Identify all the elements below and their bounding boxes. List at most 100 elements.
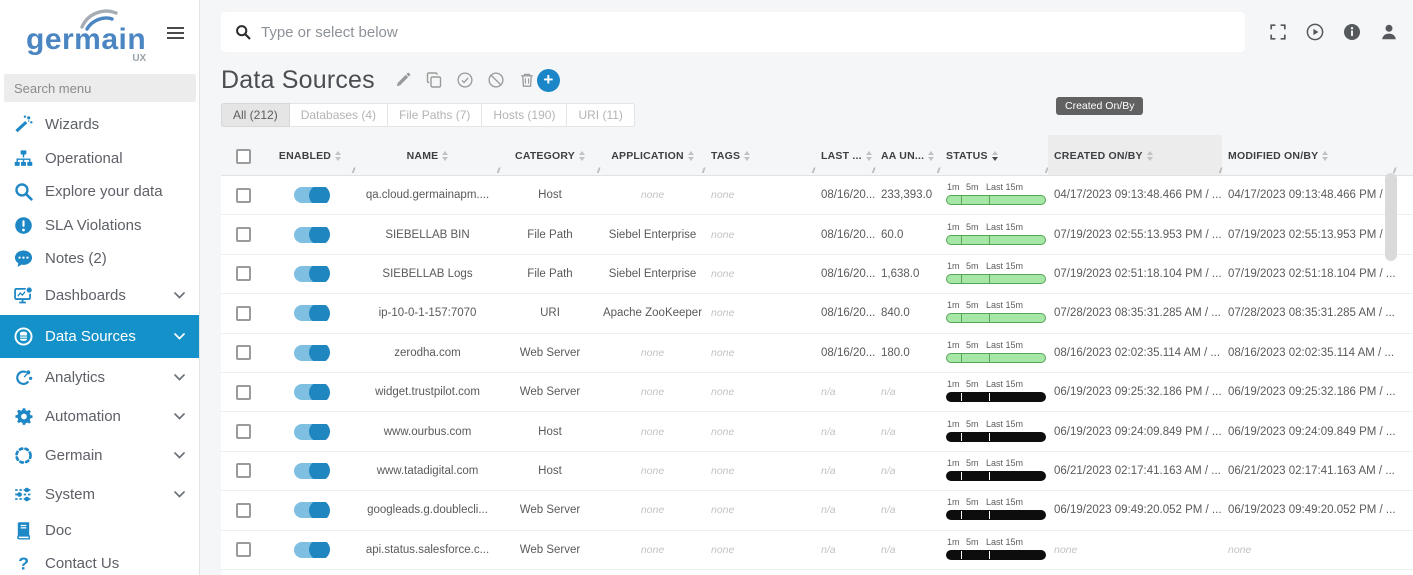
chevron-down-icon <box>174 413 185 420</box>
row-checkbox[interactable] <box>236 542 251 557</box>
enabled-toggle[interactable] <box>294 305 327 321</box>
row-category: Host <box>500 426 600 438</box>
monitor-chart-icon <box>14 286 33 305</box>
chevron-down-icon <box>174 491 185 498</box>
table-row[interactable]: SIEBELLAB BIN File Path Siebel Enterpris… <box>221 215 1413 254</box>
status-bar <box>946 432 1046 442</box>
column-header-modified-on-by[interactable]: MODIFIED ON/BY <box>1222 135 1396 175</box>
enabled-toggle[interactable] <box>294 463 327 479</box>
check-circle-icon[interactable] <box>457 72 473 88</box>
table-row[interactable]: qa.cloud.germainapm.... Host none none 0… <box>221 176 1413 215</box>
row-checkbox[interactable] <box>236 424 251 439</box>
sidebar-item-data-sources[interactable]: Data Sources <box>0 315 199 358</box>
enabled-toggle[interactable] <box>294 502 327 518</box>
sidebar-item-germain[interactable]: Germain <box>0 436 199 475</box>
select-all-checkbox[interactable] <box>236 149 251 164</box>
sidebar-item-dashboards[interactable]: Dashboards <box>0 276 199 315</box>
column-header-status[interactable]: STATUS <box>940 135 1048 175</box>
row-modified: 07/19/2023 02:51:18.104 PM / ... <box>1222 268 1396 280</box>
brand-sub: UX <box>132 53 146 64</box>
row-checkbox[interactable] <box>236 463 251 478</box>
enabled-toggle[interactable] <box>294 187 327 203</box>
tab-hosts-190[interactable]: Hosts (190) <box>482 103 567 127</box>
row-last: n/a <box>815 386 875 398</box>
table-row[interactable]: www.tatadigital.com Host none none n/a n… <box>221 452 1413 491</box>
column-header-aa-un[interactable]: AA UN... <box>875 135 940 175</box>
column-header-category[interactable]: CATEGORY <box>500 135 600 175</box>
column-header-enabled[interactable]: ENABLED <box>265 135 355 175</box>
row-modified: 07/28/2023 08:35:31.285 AM / ... <box>1222 307 1396 319</box>
table-row[interactable]: ip-10-0-1-157:7070 URI Apache ZooKeeper … <box>221 294 1413 333</box>
tab-databases-4[interactable]: Databases (4) <box>290 103 388 127</box>
row-application: none <box>600 504 705 516</box>
sidebar-item-label: SLA Violations <box>45 217 141 234</box>
enabled-toggle[interactable] <box>294 384 327 400</box>
column-header-last[interactable]: LAST ... <box>815 135 875 175</box>
fullscreen-icon[interactable] <box>1269 23 1287 41</box>
sidebar-item-explore-your-data[interactable]: Explore your data <box>0 175 199 209</box>
column-header-tags[interactable]: TAGS <box>705 135 815 175</box>
enabled-toggle[interactable] <box>294 266 327 282</box>
table-row[interactable]: www.ourbus.com Host none none n/a n/a 1m… <box>221 412 1413 451</box>
sidebar-item-automation[interactable]: Automation <box>0 397 199 436</box>
hamburger-menu-icon[interactable] <box>164 24 187 42</box>
enabled-toggle[interactable] <box>294 227 327 243</box>
vertical-scrollbar[interactable] <box>1385 173 1397 261</box>
row-checkbox[interactable] <box>236 266 251 281</box>
sort-icon <box>579 151 585 161</box>
ban-icon[interactable] <box>488 72 504 88</box>
sidebar-item-notes-2[interactable]: Notes (2) <box>0 242 199 276</box>
tab-uri-11[interactable]: URI (11) <box>567 103 634 127</box>
sidebar-item-sla-violations[interactable]: SLA Violations <box>0 209 199 243</box>
sidebar-item-operational[interactable]: Operational <box>0 142 199 176</box>
row-checkbox[interactable] <box>236 188 251 203</box>
enabled-toggle[interactable] <box>294 345 327 361</box>
row-aa: 180.0 <box>875 347 940 359</box>
row-checkbox[interactable] <box>236 385 251 400</box>
table-row[interactable]: app.launchdarkly.c... Web S... 08/15/20.… <box>221 570 1413 575</box>
row-name: SIEBELLAB BIN <box>355 229 500 241</box>
chevron-down-icon <box>174 374 185 381</box>
tab-file-paths-7[interactable]: File Paths (7) <box>388 103 482 127</box>
dotted-circle-icon <box>14 446 33 465</box>
sidebar-item-analytics[interactable]: Analytics <box>0 358 199 397</box>
info-icon[interactable] <box>1343 23 1361 41</box>
sidebar-item-doc[interactable]: Doc <box>0 514 199 548</box>
row-category: Web Server <box>500 504 600 516</box>
row-checkbox[interactable] <box>236 345 251 360</box>
sidebar-search-input[interactable] <box>4 74 196 102</box>
add-data-source-button[interactable]: + <box>537 69 560 92</box>
status-label-5m: 5m <box>966 222 979 232</box>
enabled-toggle[interactable] <box>294 542 327 558</box>
play-circle-icon[interactable] <box>1306 23 1324 41</box>
column-header-created-on-by[interactable]: CREATED ON/BY <box>1048 135 1222 175</box>
table-row[interactable]: zerodha.com Web Server none none 08/16/2… <box>221 334 1413 373</box>
row-checkbox[interactable] <box>236 503 251 518</box>
table-row[interactable]: api.status.salesforce.c... Web Server no… <box>221 531 1413 570</box>
table-row[interactable]: googleads.g.doublecli... Web Server none… <box>221 491 1413 530</box>
table-row[interactable]: widget.trustpilot.com Web Server none no… <box>221 373 1413 412</box>
row-checkbox[interactable] <box>236 306 251 321</box>
row-modified: 06/19/2023 09:25:32.186 PM / ... <box>1222 386 1396 398</box>
sidebar-item-contact-us[interactable]: ?Contact Us <box>0 547 199 575</box>
user-icon[interactable] <box>1380 23 1398 41</box>
sort-icon <box>442 151 448 161</box>
row-checkbox[interactable] <box>236 227 251 242</box>
column-header-name[interactable]: NAME <box>355 135 500 175</box>
enabled-toggle[interactable] <box>294 424 327 440</box>
sidebar-item-system[interactable]: System <box>0 475 199 514</box>
copy-icon[interactable] <box>426 72 442 88</box>
trash-icon[interactable] <box>519 72 535 88</box>
sidebar-item-wizards[interactable]: Wizards <box>0 108 199 142</box>
edit-pencil-icon[interactable] <box>395 72 411 88</box>
sidebar-item-label: Explore your data <box>45 183 163 200</box>
row-aa: n/a <box>875 544 940 556</box>
column-header-application[interactable]: APPLICATION <box>600 135 705 175</box>
status-sparkline: 1m 5m Last 15m <box>946 340 1046 366</box>
status-label-5m: 5m <box>966 300 979 310</box>
tab-all-212[interactable]: All (212) <box>221 103 290 127</box>
status-label-5m: 5m <box>966 379 979 389</box>
global-search-input[interactable] <box>261 24 1231 41</box>
status-sparkline: 1m 5m Last 15m <box>946 222 1046 248</box>
table-row[interactable]: SIEBELLAB Logs File Path Siebel Enterpri… <box>221 255 1413 294</box>
